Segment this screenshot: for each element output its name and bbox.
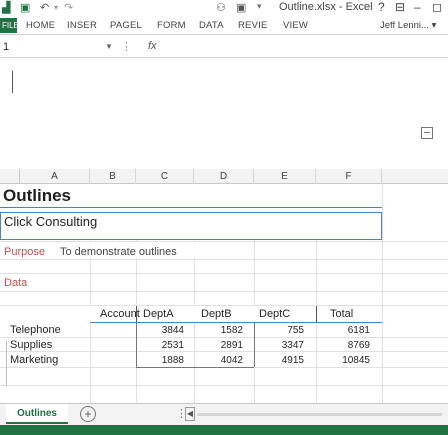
gridline xyxy=(0,291,448,292)
user-dropdown-icon: ▾ xyxy=(431,20,437,31)
title-bar: ▟ ▣ ↶ ▾ ↷ ⚇ ▣ ▾ Outline.xlsx - Excel ? ⊟… xyxy=(0,0,448,17)
undo-dropdown-icon[interactable]: ▾ xyxy=(54,3,58,12)
redo-icon[interactable]: ↷ xyxy=(64,1,73,14)
header-account: Account xyxy=(100,308,140,320)
column-header-c[interactable]: C xyxy=(136,169,194,184)
gridline xyxy=(382,185,383,403)
scroll-left-icon[interactable]: ◀ xyxy=(185,407,195,421)
table-cell-value: 4042 xyxy=(220,355,243,366)
select-all-corner[interactable] xyxy=(0,169,20,184)
status-bar xyxy=(0,425,448,435)
table-row-account: Marketing xyxy=(10,354,59,366)
column-header-e[interactable]: E xyxy=(254,169,316,184)
table-cell-value: 1582 xyxy=(220,325,243,336)
table-cell-value: 1888 xyxy=(161,355,184,366)
company-name: Click Consulting xyxy=(4,214,98,229)
formula-bar-splitter-icon[interactable]: ⋮ xyxy=(121,40,132,53)
help-button[interactable]: ? xyxy=(378,0,385,14)
ribbon-display-icon[interactable]: ⊟ xyxy=(395,0,405,14)
gridline xyxy=(0,351,448,352)
minimize-button[interactable]: – xyxy=(414,0,421,14)
table-cell-total: 8769 xyxy=(347,340,370,351)
tab-review[interactable]: REVIE xyxy=(238,20,268,31)
header-divider xyxy=(316,306,317,322)
column-header-b[interactable]: B xyxy=(90,169,136,184)
gridline xyxy=(0,259,448,260)
table-cell-value: 4915 xyxy=(281,355,304,366)
window-title: Outline.xlsx - Excel xyxy=(279,1,373,13)
column-header-f[interactable]: F xyxy=(316,169,382,184)
gridline xyxy=(0,337,448,338)
row-outline-bar[interactable] xyxy=(6,341,7,386)
purpose-label: Purpose xyxy=(4,246,45,258)
tab-home[interactable]: HOME xyxy=(26,20,55,31)
excel-logo-icon: ▟ xyxy=(2,2,11,14)
add-sheet-button[interactable]: + xyxy=(80,406,96,422)
horizontal-scrollbar[interactable] xyxy=(197,413,442,416)
column-header-a[interactable]: A xyxy=(20,169,90,184)
table-border xyxy=(254,323,255,367)
save-icon[interactable]: ▣ xyxy=(20,1,30,14)
formula-bar: 1 ▼ ⋮ fx xyxy=(0,38,448,58)
customize-icon[interactable]: ⚇ xyxy=(216,1,226,14)
table-cell-value: 3844 xyxy=(161,325,184,336)
column-header-g[interactable] xyxy=(382,169,448,184)
tab-formulas[interactable]: FORM xyxy=(157,20,186,31)
header-depta: DeptA xyxy=(143,308,174,320)
tab-data[interactable]: DATA xyxy=(199,20,224,31)
title-underline xyxy=(0,207,382,208)
name-box-dropdown-icon[interactable]: ▼ xyxy=(105,42,113,51)
table-cell-value: 2531 xyxy=(161,340,184,351)
ribbon-tabs: FILE HOME INSER PAGEL FORM DATA REVIE VI… xyxy=(0,17,448,35)
sheet-tabs-bar: Outlines + ⋮ ◀ xyxy=(0,403,448,425)
collapse-formula-bar-icon[interactable] xyxy=(421,127,433,139)
options-icon[interactable]: ▣ xyxy=(236,1,246,14)
qa-dropdown-icon[interactable]: ▾ xyxy=(257,1,262,12)
tab-view[interactable]: VIEW xyxy=(283,20,308,31)
sheet-tab-outlines[interactable]: Outlines xyxy=(6,404,68,424)
table-border xyxy=(136,323,137,367)
table-row-account: Telephone xyxy=(10,324,61,336)
tab-file[interactable]: FILE xyxy=(0,18,19,33)
tab-page-layout[interactable]: PAGEL xyxy=(110,20,142,31)
header-total: Total xyxy=(330,308,354,320)
insert-function-button[interactable]: fx xyxy=(148,40,157,52)
column-headers: A B C D E F xyxy=(0,169,448,184)
table-row-account: Supplies xyxy=(10,339,53,351)
undo-icon[interactable]: ↶ xyxy=(40,1,49,14)
formula-text-cursor xyxy=(12,71,13,93)
worksheet-grid[interactable]: Outlines Click Consulting Purpose To dem… xyxy=(0,185,448,403)
gridline xyxy=(0,385,448,386)
table-border xyxy=(136,367,254,368)
header-deptc: DeptC xyxy=(259,308,291,320)
restore-button[interactable]: ◻ xyxy=(432,0,442,14)
tab-insert[interactable]: INSER xyxy=(67,20,97,31)
header-deptb: DeptB xyxy=(201,308,232,320)
table-cell-value: 755 xyxy=(287,325,304,336)
user-account[interactable]: Jeff Lenni... ▾ xyxy=(380,20,436,31)
sheet-title: Outlines xyxy=(3,186,72,205)
user-name: Jeff Lenni... xyxy=(380,20,429,31)
data-label: Data xyxy=(4,277,28,289)
column-header-d[interactable]: D xyxy=(194,169,254,184)
table-cell-total: 6181 xyxy=(347,325,370,336)
table-cell-value: 2891 xyxy=(220,340,243,351)
table-cell-total: 10845 xyxy=(342,355,370,366)
purpose-text: To demonstrate outlines xyxy=(60,246,177,258)
header-divider xyxy=(136,306,137,322)
header-underline xyxy=(90,322,382,323)
name-box[interactable]: 1 xyxy=(0,39,102,56)
table-cell-value: 3347 xyxy=(281,340,304,351)
formula-expanded-area xyxy=(0,59,448,169)
